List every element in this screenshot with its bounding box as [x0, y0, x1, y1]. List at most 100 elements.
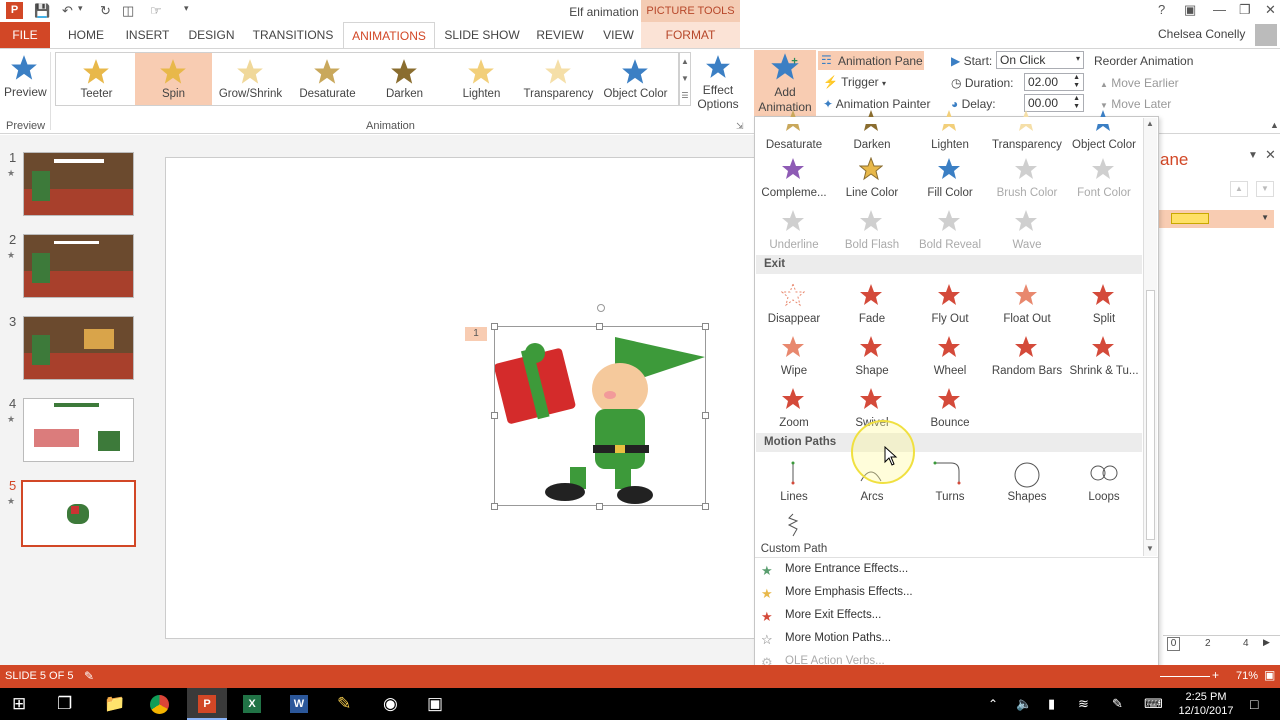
gallery-desaturate[interactable]: Desaturate: [289, 53, 366, 105]
dialog-launcher-icon[interactable]: ⇲: [736, 121, 744, 132]
tab-home[interactable]: HOME: [60, 22, 112, 48]
ribbon-display-options-icon[interactable]: ▣: [1184, 2, 1196, 18]
task-view-icon[interactable]: ❐: [57, 694, 72, 714]
resize-handle[interactable]: [596, 323, 603, 330]
scroll-up-icon[interactable]: ▲: [1146, 119, 1154, 128]
windows-start-icon[interactable]: ⊞: [12, 694, 26, 714]
slide-thumbnail-3[interactable]: [23, 316, 134, 380]
emphasis-fill-color[interactable]: Fill Color: [911, 157, 989, 207]
tab-slide-show[interactable]: SLIDE SHOW: [441, 22, 523, 48]
gallery-scroll[interactable]: ▲ ▼ ☰: [679, 52, 691, 106]
exit-split[interactable]: Split: [1065, 283, 1143, 333]
resize-handle[interactable]: [491, 503, 498, 510]
animation-pane-button[interactable]: ☶ Animation Pane: [818, 51, 924, 70]
start-select[interactable]: On Click ▾: [996, 51, 1084, 69]
resize-handle[interactable]: [702, 412, 709, 419]
tab-view[interactable]: VIEW: [596, 22, 641, 48]
rotation-handle[interactable]: [597, 304, 605, 312]
exit-wipe[interactable]: Wipe: [755, 335, 833, 385]
gallery-grow-shrink[interactable]: Grow/Shrink: [212, 53, 289, 105]
show-hidden-icons[interactable]: ⌃: [988, 697, 998, 711]
tab-transitions[interactable]: TRANSITIONS: [248, 22, 338, 48]
redo-icon[interactable]: ↻: [100, 3, 111, 19]
more-entrance-effects[interactable]: More Entrance Effects...: [785, 563, 908, 575]
pane-close-icon[interactable]: ✕: [1265, 147, 1276, 163]
motion-lines[interactable]: Lines: [755, 461, 833, 511]
dropdown-scrollbar[interactable]: ▲ ▼: [1143, 118, 1157, 556]
motion-turns[interactable]: Turns: [911, 461, 989, 511]
slide-thumbnail-5[interactable]: [21, 480, 136, 547]
tab-insert[interactable]: INSERT: [120, 22, 175, 48]
elf-picture[interactable]: [494, 326, 706, 506]
scroll-thumb[interactable]: [1146, 290, 1155, 540]
chrome-icon[interactable]: [150, 695, 169, 714]
battery-icon[interactable]: ▮: [1048, 696, 1055, 712]
scroll-right-icon[interactable]: ▶: [1263, 637, 1270, 648]
exit-fade[interactable]: Fade: [833, 283, 911, 333]
exit-wheel[interactable]: Wheel: [911, 335, 989, 385]
pane-options-icon[interactable]: ▼: [1248, 150, 1258, 161]
emphasis-complementary[interactable]: Compleme...: [755, 157, 833, 207]
exit-shape[interactable]: Shape: [833, 335, 911, 385]
scroll-down-icon[interactable]: ▼: [1146, 544, 1154, 553]
exit-zoom[interactable]: Zoom: [755, 387, 833, 437]
motion-loops[interactable]: Loops: [1065, 461, 1143, 511]
animation-order-badge[interactable]: 1: [465, 327, 487, 341]
move-down-icon[interactable]: ▼: [1256, 181, 1274, 197]
customize-toolbar-icon[interactable]: ▾: [184, 3, 189, 14]
resize-handle[interactable]: [702, 323, 709, 330]
slide-thumbnail-4[interactable]: [23, 398, 134, 462]
duration-input[interactable]: 02.00 ▲ ▼: [1024, 73, 1084, 91]
zoom-in-icon[interactable]: +: [1212, 668, 1219, 682]
emphasis-line-color[interactable]: Line Color: [833, 157, 911, 207]
resize-handle[interactable]: [702, 503, 709, 510]
tab-design[interactable]: DESIGN: [184, 22, 239, 48]
media-icon[interactable]: ◉: [383, 694, 398, 714]
fit-slide-icon[interactable]: ▣: [1264, 668, 1275, 682]
close-icon[interactable]: ✕: [1265, 2, 1276, 18]
motion-shapes[interactable]: Shapes: [988, 461, 1066, 511]
wifi-icon[interactable]: ≋: [1078, 696, 1089, 712]
trigger-button[interactable]: ⚡ Trigger ▾: [823, 75, 886, 89]
zoom-level[interactable]: 71%: [1236, 670, 1258, 682]
exit-fly-out[interactable]: Fly Out: [911, 283, 989, 333]
scroll-up-icon[interactable]: ▲: [1270, 120, 1279, 130]
help-icon[interactable]: ?: [1158, 2, 1165, 17]
notes-icon[interactable]: ✎: [84, 669, 94, 683]
exit-disappear[interactable]: Disappear: [755, 283, 833, 333]
move-earlier-button[interactable]: ▲ Move Earlier: [1100, 76, 1179, 90]
save-icon[interactable]: 💾: [34, 3, 50, 19]
word-icon[interactable]: W: [290, 695, 308, 713]
preview-button[interactable]: Preview: [4, 54, 47, 112]
touch-mode-icon[interactable]: ☞: [150, 3, 162, 19]
resize-handle[interactable]: [491, 412, 498, 419]
motion-custom-path[interactable]: Custom Path: [755, 513, 833, 563]
exit-shrink-turn[interactable]: Shrink & Tu...: [1065, 335, 1143, 385]
exit-bounce[interactable]: Bounce: [911, 387, 989, 437]
gallery-spin[interactable]: Spin: [135, 53, 212, 105]
volume-icon[interactable]: 🔈: [1016, 696, 1032, 712]
minimize-icon[interactable]: —: [1213, 2, 1226, 17]
resize-handle[interactable]: [596, 503, 603, 510]
pen-icon[interactable]: ✎: [1112, 696, 1123, 712]
user-name[interactable]: Chelsea Conelly: [1158, 27, 1245, 41]
more-emphasis-effects[interactable]: More Emphasis Effects...: [785, 586, 913, 598]
more-motion-paths[interactable]: More Motion Paths...: [785, 632, 891, 644]
tab-file[interactable]: FILE: [0, 22, 50, 48]
powerpoint-app-icon[interactable]: P: [6, 2, 23, 19]
tab-format[interactable]: FORMAT: [641, 22, 740, 48]
gallery-darken[interactable]: Darken: [366, 53, 443, 105]
more-exit-effects[interactable]: More Exit Effects...: [785, 609, 881, 621]
zoom-slider[interactable]: [1160, 676, 1210, 677]
undo-dropdown-icon[interactable]: ▾: [78, 3, 83, 14]
gallery-lighten[interactable]: Lighten: [443, 53, 520, 105]
exit-random-bars[interactable]: Random Bars: [988, 335, 1066, 385]
gallery-teeter[interactable]: Teeter: [58, 53, 135, 105]
start-from-beginning-icon[interactable]: ◫: [122, 3, 134, 19]
avatar[interactable]: [1255, 24, 1277, 46]
keyboard-icon[interactable]: ⌨: [1144, 696, 1163, 712]
animation-list-item[interactable]: ▼: [1159, 210, 1274, 228]
resize-handle[interactable]: [491, 323, 498, 330]
notifications-icon[interactable]: □: [1250, 696, 1258, 712]
slide-thumbnail-1[interactable]: [23, 152, 134, 216]
